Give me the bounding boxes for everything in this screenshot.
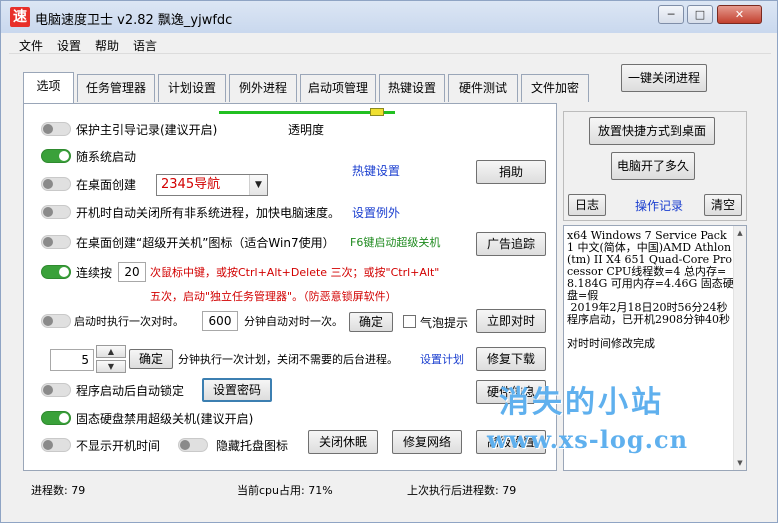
opacity-label: 透明度 <box>288 123 325 137</box>
plan-minutes-up-icon[interactable]: ▲ <box>96 345 126 358</box>
auto-lock-toggle[interactable] <box>41 383 71 397</box>
repair-network-button[interactable]: 修复网络 <box>392 430 462 454</box>
create-superswitch-label: 在桌面创建“超级开关机”图标（适合Win7使用） <box>76 236 335 250</box>
watermark-site-name: 消失的小站 <box>499 385 664 420</box>
donate-button[interactable]: 捐助 <box>476 160 546 184</box>
menu-language[interactable]: 语言 <box>133 37 157 54</box>
menu-file[interactable]: 文件 <box>19 37 43 54</box>
repair-download-button[interactable]: 修复下载 <box>476 347 546 371</box>
press-description-line1: 次鼠标中键，或按Ctrl+Alt+Delete 三次；或按"Ctrl+Alt" <box>150 266 440 279</box>
process-count: 进程数: 79 <box>31 484 86 497</box>
hide-tray-icon-label: 隐藏托盘图标 <box>216 439 289 453</box>
log-content: x64 Windows 7 Service Pack 1 中文(简体，中国)AM… <box>567 229 734 350</box>
desktop-shortcut-select[interactable]: 2345导航 ▼ <box>156 174 268 196</box>
options-panel: 保护主引导记录(建议开启) 透明度 随系统启动 热键设置 捐助 在桌面创建 23… <box>23 103 557 471</box>
set-exception-link[interactable]: 设置例外 <box>352 204 400 221</box>
menu-bar: 文件 设置 帮助 语言 <box>9 34 771 54</box>
hide-tray-icon-toggle[interactable] <box>178 438 208 452</box>
run-on-startup-label: 随系统启动 <box>76 150 137 164</box>
chevron-down-icon[interactable]: ▼ <box>249 175 267 195</box>
close-sleep-button[interactable]: 关闭休眠 <box>308 430 378 454</box>
cpu-usage: 当前cpu占用: 71% <box>237 484 333 497</box>
ssd-disable-toggle[interactable] <box>41 411 71 425</box>
title-bar[interactable]: 速 电脑速度卫士 v2.82 飘逸_yjwfdc ─ □ ✕ <box>1 1 777 33</box>
tab-schedule[interactable]: 计划设置 <box>158 74 226 102</box>
watermark-url: www.xs-log.cn <box>487 425 689 454</box>
protect-boot-toggle[interactable] <box>41 122 71 136</box>
menu-help[interactable]: 帮助 <box>95 37 119 54</box>
status-bar: 进程数: 79 当前cpu占用: 71% 上次执行后进程数: 79 <box>9 479 771 499</box>
run-on-startup-toggle[interactable] <box>41 149 71 163</box>
maximize-button[interactable]: □ <box>687 5 713 24</box>
set-password-button[interactable]: 设置密码 <box>202 378 272 402</box>
sync-now-button[interactable]: 立即对时 <box>476 309 546 333</box>
sync-minutes-input[interactable]: 600 <box>202 311 238 331</box>
app-window: 速 电脑速度卫士 v2.82 飘逸_yjwfdc ─ □ ✕ 文件 设置 帮助 … <box>0 0 778 523</box>
tab-options[interactable]: 选项 <box>23 72 74 103</box>
tab-hardware-test[interactable]: 硬件测试 <box>448 74 518 102</box>
plan-confirm-button[interactable]: 确定 <box>129 349 173 369</box>
scroll-down-icon[interactable]: ▼ <box>734 456 746 470</box>
desktop-create-label: 在桌面创建 <box>76 178 137 192</box>
tab-hotkeys[interactable]: 热键设置 <box>379 74 445 102</box>
consecutive-press-label: 连续按 <box>76 266 113 280</box>
create-superswitch-toggle[interactable] <box>41 235 71 249</box>
tab-startup-items[interactable]: 启动项管理 <box>300 74 376 102</box>
window-title: 电脑速度卫士 v2.82 飘逸_yjwfdc <box>35 13 233 28</box>
ssd-disable-label: 固态硬盘禁用超级关机(建议开启) <box>76 412 254 426</box>
desktop-create-toggle[interactable] <box>41 177 71 191</box>
app-logo-icon: 速 <box>10 7 30 27</box>
auto-lock-label: 程序启动后自动锁定 <box>76 384 185 398</box>
consecutive-press-toggle[interactable] <box>41 265 71 279</box>
close-button[interactable]: ✕ <box>717 5 762 24</box>
sync-time-startup-toggle[interactable] <box>41 314 71 328</box>
plan-description: 分钟执行一次计划，关闭不需要的后台进程。 <box>178 353 398 366</box>
operation-log-link[interactable]: 操作记录 <box>635 197 683 214</box>
auto-close-nonsystem-label: 开机时自动关闭所有非系统进程，加快电脑速度。 <box>76 206 341 220</box>
hide-boot-time-label: 不显示开机时间 <box>76 439 161 453</box>
log-button[interactable]: 日志 <box>568 194 606 216</box>
uptime-button[interactable]: 电脑开了多久 <box>611 152 695 180</box>
auto-close-nonsystem-toggle[interactable] <box>41 205 71 219</box>
minimize-button[interactable]: ─ <box>658 5 684 24</box>
tab-exception-process[interactable]: 例外进程 <box>229 74 297 102</box>
auto-sync-minutes-label: 分钟自动对时一次。 <box>244 315 343 328</box>
plan-minutes-input[interactable]: 5 <box>50 349 94 371</box>
sync-confirm-button[interactable]: 确定 <box>349 312 393 332</box>
place-shortcut-button[interactable]: 放置快捷方式到桌面 <box>589 117 715 145</box>
clear-log-button[interactable]: 清空 <box>704 194 742 216</box>
press-count-input[interactable]: 20 <box>118 262 146 282</box>
menu-settings[interactable]: 设置 <box>57 37 81 54</box>
opacity-slider-track[interactable] <box>219 111 395 114</box>
bubble-tip-checkbox[interactable] <box>403 315 416 328</box>
press-description-line2: 五次，启动"独立任务管理器"。（防恶意锁屏软件） <box>150 290 397 303</box>
hotkey-settings-link[interactable]: 热键设置 <box>352 162 400 179</box>
ad-tracking-button[interactable]: 广告追踪 <box>476 232 546 256</box>
last-process-count: 上次执行后进程数: 79 <box>407 484 517 497</box>
log-scrollbar[interactable]: ▲ ▼ <box>733 226 746 470</box>
tab-file-encryption[interactable]: 文件加密 <box>521 74 589 102</box>
plan-minutes-down-icon[interactable]: ▼ <box>96 360 126 373</box>
set-plan-link[interactable]: 设置计划 <box>420 351 464 367</box>
f6-super-shutdown-label: F6键启动超级关机 <box>350 236 441 249</box>
protect-boot-label: 保护主引导记录(建议开启) <box>76 123 218 137</box>
one-click-close-button[interactable]: 一键关闭进程 <box>621 64 707 92</box>
desktop-shortcut-select-value: 2345导航 <box>161 177 221 192</box>
sync-time-startup-label: 启动时执行一次对时。 <box>74 315 184 328</box>
opacity-slider-thumb[interactable] <box>370 108 384 116</box>
scroll-up-icon[interactable]: ▲ <box>734 226 746 240</box>
bubble-tip-label: 气泡提示 <box>420 316 469 330</box>
tab-task-manager[interactable]: 任务管理器 <box>77 74 155 102</box>
hide-boot-time-toggle[interactable] <box>41 438 71 452</box>
